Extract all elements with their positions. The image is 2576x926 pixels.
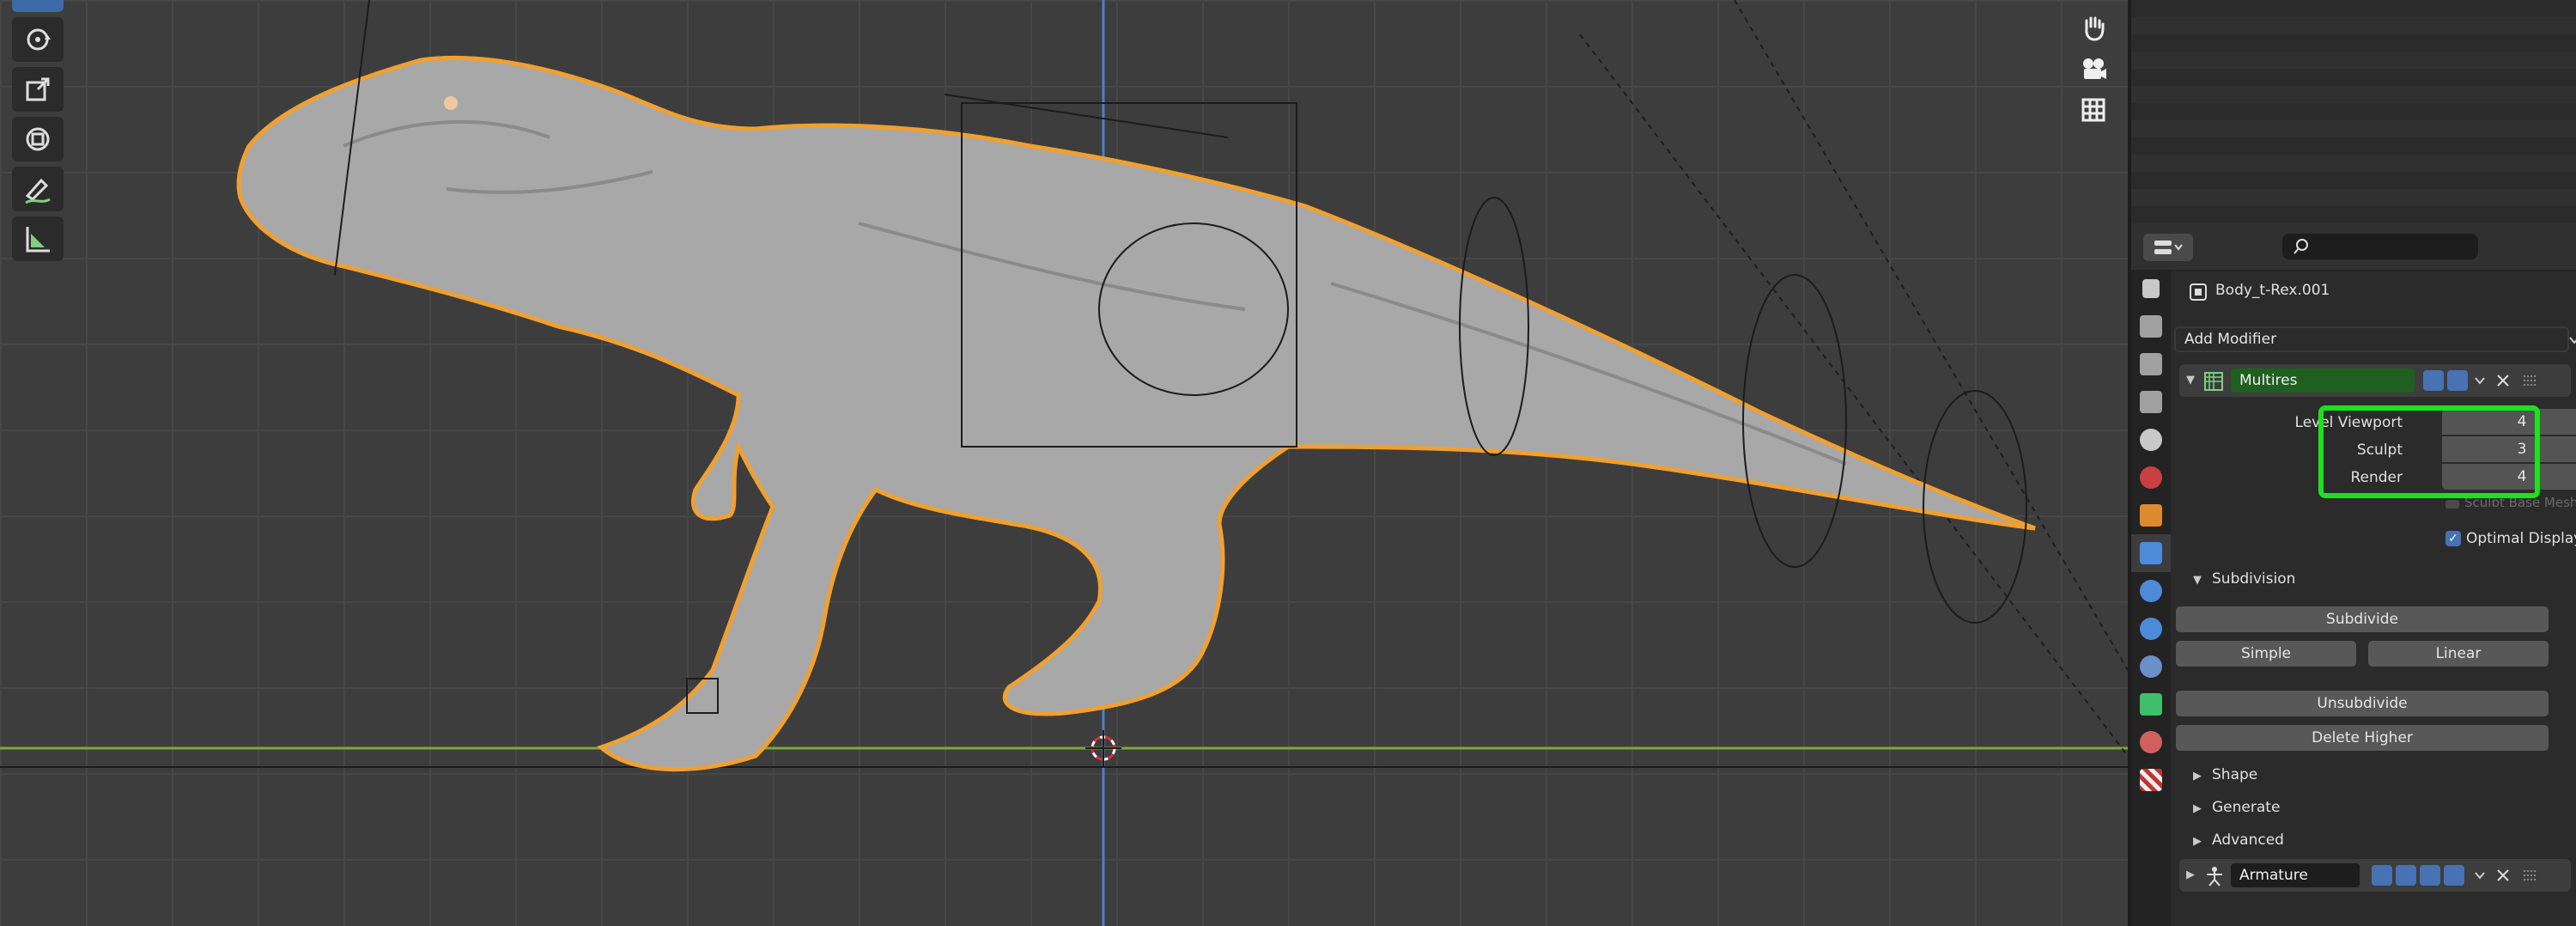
sculpt-base-mesh-checkbox[interactable]: [2445, 500, 2459, 509]
vertex-group-toggle-icon[interactable]: [2372, 865, 2392, 886]
drag-handle-icon[interactable]: [2523, 375, 2537, 387]
scale-icon[interactable]: [12, 67, 64, 112]
transform-icon[interactable]: [12, 117, 64, 161]
render-tab-icon[interactable]: [2131, 308, 2171, 345]
subdivision-title[interactable]: Subdivision: [2212, 570, 2295, 588]
3d-cursor: [1085, 730, 1121, 766]
search-icon: [2293, 239, 2308, 254]
object-name: Body_t-Rex.001: [2215, 282, 2330, 299]
trex-model: [236, 55, 2036, 772]
measure-icon[interactable]: [12, 216, 64, 261]
add-modifier-label: Add Modifier: [2184, 331, 2277, 348]
mesh-object-icon: [2190, 283, 2207, 301]
annotate-icon[interactable]: [12, 167, 64, 211]
edit-mode-toggle-icon[interactable]: [2423, 370, 2444, 391]
add-modifier-button[interactable]: Add Modifier: [2174, 326, 2569, 352]
optimal-display-checkbox[interactable]: ✓: [2445, 531, 2461, 546]
tool-tab-icon[interactable]: [2131, 270, 2171, 308]
left-toolbar: [12, 0, 64, 266]
modifier-tab-icon[interactable]: [2131, 534, 2171, 572]
data-tab-icon[interactable]: [2131, 685, 2171, 723]
texture-tab-icon[interactable]: [2131, 761, 2171, 799]
chevron-down-icon[interactable]: [2473, 374, 2487, 387]
scene-tab-icon[interactable]: [2131, 421, 2171, 459]
constraints-tab-icon[interactable]: [2131, 648, 2171, 685]
camera-render-toggle-icon[interactable]: [2444, 865, 2464, 886]
world-tab-icon[interactable]: [2131, 459, 2171, 497]
subdivide-button[interactable]: Subdivide: [2176, 606, 2549, 632]
rotate-icon[interactable]: [12, 17, 64, 62]
unsubdivide-button[interactable]: Unsubdivide: [2176, 691, 2549, 716]
viewport-display-toggle-icon[interactable]: [2420, 865, 2440, 886]
armature-header[interactable]: ▶ Armature: [2179, 859, 2571, 892]
edit-mode-toggle-icon[interactable]: [2396, 865, 2416, 886]
output-tab-icon[interactable]: [2131, 345, 2171, 383]
drag-handle-icon[interactable]: [2523, 869, 2537, 881]
camera-render-toggle-icon[interactable]: [2447, 370, 2468, 391]
expand-arrow-icon[interactable]: ▶: [2186, 868, 2195, 881]
simple-button[interactable]: Simple: [2176, 641, 2356, 667]
active-tool-edge[interactable]: [12, 0, 64, 12]
outliner-area: [2131, 0, 2576, 225]
subdivision-collapse-icon[interactable]: ▼: [2193, 574, 2202, 587]
generate-subpanel[interactable]: Generate: [2212, 799, 2280, 816]
material-tab-icon[interactable]: [2131, 723, 2171, 761]
armature-name-field[interactable]: Armature: [2231, 863, 2360, 887]
level-fields-highlight: [2318, 405, 2540, 498]
properties-tabs: [2131, 270, 2171, 926]
properties-header: [2131, 225, 2576, 271]
linear-button[interactable]: Linear: [2368, 641, 2549, 667]
physics-tab-icon[interactable]: [2131, 610, 2171, 648]
delete-higher-button[interactable]: Delete Higher: [2176, 725, 2549, 751]
grid-icon[interactable]: [2071, 91, 2116, 129]
close-icon[interactable]: [2495, 868, 2511, 883]
close-icon[interactable]: [2495, 373, 2511, 388]
view-layer-tab-icon[interactable]: [2131, 383, 2171, 421]
chevron-down-icon: [2569, 337, 2576, 344]
properties-editor-icon: [2154, 241, 2183, 254]
hand-icon[interactable]: [2071, 9, 2116, 46]
optimal-display-label: Optimal Display: [2466, 530, 2576, 547]
object-tab-icon[interactable]: [2131, 497, 2171, 534]
particles-tab-icon[interactable]: [2131, 572, 2171, 610]
collapse-arrow-icon[interactable]: ▼: [2186, 374, 2195, 387]
advanced-subpanel[interactable]: Advanced: [2212, 832, 2284, 849]
chevron-down-icon[interactable]: [2473, 868, 2487, 882]
navigation-gizmos: [2071, 9, 2123, 132]
armature-modifier-icon: [2207, 867, 2222, 886]
multires-modifier-icon: [2204, 372, 2223, 391]
3d-viewport[interactable]: [0, 0, 2128, 926]
modifier-panel: Body_t-Rex.001 Add Modifier ▼ Multires L…: [2174, 270, 2576, 926]
search-input[interactable]: [2282, 234, 2478, 259]
camera-icon[interactable]: [2071, 50, 2116, 88]
scene-canvas[interactable]: [0, 0, 2128, 926]
shape-subpanel[interactable]: Shape: [2212, 766, 2257, 783]
multires-name-field[interactable]: Multires: [2231, 369, 2415, 393]
multires-header[interactable]: ▼ Multires: [2179, 364, 2571, 397]
editor-type-menu[interactable]: [2143, 234, 2193, 261]
